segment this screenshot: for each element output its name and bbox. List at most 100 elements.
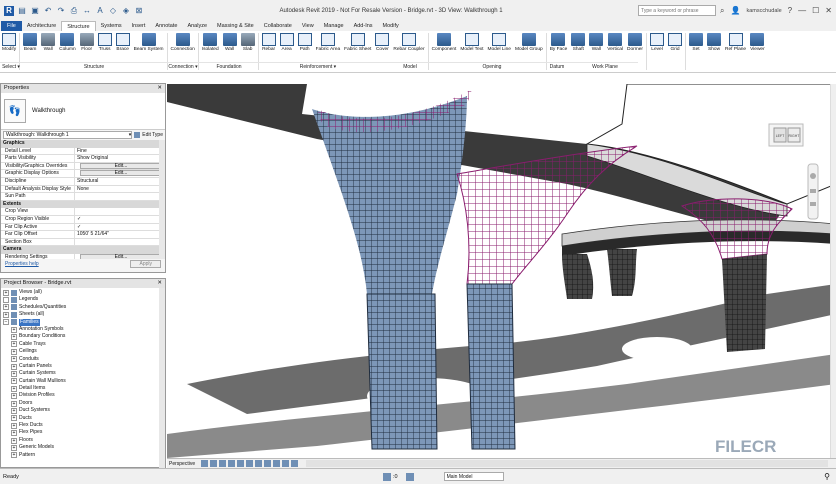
tab-systems[interactable]: Systems: [96, 21, 127, 31]
property-value-text[interactable]: ✓: [77, 216, 165, 223]
tab-annotate[interactable]: Annotate: [150, 21, 182, 31]
browser-item[interactable]: + Ducts: [3, 415, 163, 422]
browser-item[interactable]: + Generic Models: [3, 444, 163, 451]
expand-icon[interactable]: +: [11, 422, 17, 429]
property-value[interactable]: ✓: [75, 216, 165, 223]
properties-help-link[interactable]: Properties help: [5, 261, 39, 267]
browser-item[interactable]: + Ceilings: [3, 348, 163, 355]
user-name[interactable]: kamscchudale: [747, 8, 782, 14]
tab-modify[interactable]: Modify: [378, 21, 404, 31]
search-input[interactable]: [638, 5, 717, 16]
viewport-scrollbar[interactable]: [830, 84, 836, 458]
tab-file[interactable]: File: [1, 21, 22, 31]
browser-item[interactable]: Legends: [3, 296, 163, 304]
redo-icon[interactable]: ↷: [56, 6, 66, 16]
browser-item[interactable]: + Boundary Conditions: [3, 333, 163, 341]
minimize-icon[interactable]: —: [798, 6, 806, 15]
expand-icon[interactable]: +: [11, 356, 17, 363]
tab-add-ins[interactable]: Add-Ins: [349, 21, 378, 31]
expand-icon[interactable]: +: [11, 385, 17, 392]
crop-icon[interactable]: [246, 460, 254, 467]
temp-hide-icon[interactable]: [273, 460, 281, 467]
measure-icon[interactable]: ↔: [82, 6, 92, 16]
model-selector[interactable]: Main Model: [443, 472, 504, 481]
browser-item[interactable]: + Annotation Symbols: [3, 326, 163, 333]
reveal-hidden-icon[interactable]: [282, 460, 290, 467]
browser-item[interactable]: + Sheets (all): [3, 311, 163, 318]
tab-manage[interactable]: Manage: [319, 21, 349, 31]
property-category[interactable]: Extents: [1, 200, 165, 209]
sun-path-icon[interactable]: [219, 460, 227, 467]
expand-icon[interactable]: +: [3, 289, 9, 296]
browser-item[interactable]: + Conduits: [3, 356, 163, 363]
browser-scrollbar[interactable]: [159, 288, 165, 468]
edit-button[interactable]: Edit...: [80, 162, 162, 169]
sections-icon[interactable]: ◈: [121, 6, 131, 16]
edit-button[interactable]: Edit...: [80, 253, 162, 259]
property-value-text[interactable]: Fine: [77, 148, 165, 155]
expand-icon[interactable]: +: [11, 430, 17, 437]
visual-style-icon[interactable]: [210, 460, 218, 467]
filter-icon[interactable]: ⚲: [824, 472, 830, 481]
panel-label[interactable]: Connection ▾: [166, 62, 200, 72]
expand-icon[interactable]: +: [11, 400, 17, 407]
save-icon[interactable]: ▣: [30, 6, 40, 16]
edit-type-button[interactable]: Edit Type: [142, 132, 163, 138]
shadows-icon[interactable]: [228, 460, 236, 467]
expand-icon[interactable]: +: [11, 348, 17, 355]
expand-icon[interactable]: +: [3, 311, 9, 318]
instance-selector[interactable]: Walkthrough: Walkthrough 1 ▾: [3, 131, 133, 139]
browser-item[interactable]: − Families: [3, 318, 163, 326]
browser-item[interactable]: + Doors: [3, 400, 163, 407]
expand-icon[interactable]: +: [11, 415, 17, 422]
properties-close-icon[interactable]: ✕: [157, 85, 162, 92]
browser-item[interactable]: + Curtain Systems: [3, 370, 163, 377]
panel-label[interactable]: Opening: [442, 62, 542, 72]
property-value-text[interactable]: Structural: [77, 178, 165, 185]
property-value[interactable]: Edit...: [75, 162, 165, 170]
property-value-text[interactable]: Show Original: [77, 155, 165, 162]
property-value[interactable]: [75, 193, 165, 200]
3d-icon[interactable]: ◇: [108, 6, 118, 16]
expand-icon[interactable]: [3, 297, 9, 304]
tab-massing-site[interactable]: Massing & Site: [212, 21, 259, 31]
3d-viewport[interactable]: LEFT RIGHT FILECR: [167, 84, 836, 458]
design-options-icon[interactable]: [405, 472, 414, 481]
property-value[interactable]: None: [75, 186, 165, 193]
expand-icon[interactable]: +: [11, 378, 17, 385]
property-value[interactable]: Structural: [75, 178, 165, 185]
property-value-text[interactable]: None: [77, 186, 165, 193]
tab-analyze[interactable]: Analyze: [182, 21, 212, 31]
maximize-icon[interactable]: ☐: [812, 6, 819, 15]
lock-view-icon[interactable]: [264, 460, 272, 467]
analytical-icon[interactable]: [291, 460, 299, 467]
expand-icon[interactable]: +: [3, 304, 9, 311]
browser-item[interactable]: + Detail Items: [3, 385, 163, 392]
panel-label[interactable]: Structure: [22, 62, 166, 72]
property-value[interactable]: Edit...: [75, 170, 165, 177]
property-category[interactable]: Camera: [1, 246, 165, 254]
help-icon[interactable]: ?: [788, 6, 792, 15]
tab-structure[interactable]: Structure: [61, 21, 96, 31]
browser-item[interactable]: + Cable Trays: [3, 341, 163, 348]
browser-item[interactable]: + Flex Pipes: [3, 429, 163, 437]
tab-architecture[interactable]: Architecture: [22, 21, 61, 31]
user-icon[interactable]: 👤: [731, 6, 741, 15]
expand-icon[interactable]: +: [11, 363, 17, 370]
property-value[interactable]: 1050' 5 21/64": [75, 231, 165, 238]
panel-label[interactable]: Datum: [542, 62, 572, 72]
property-value-text[interactable]: 1050' 5 21/64": [77, 231, 165, 238]
expand-icon[interactable]: +: [11, 326, 17, 333]
apply-button[interactable]: Apply: [130, 260, 161, 268]
workset-icon[interactable]: [383, 472, 391, 481]
property-value[interactable]: ✓: [75, 224, 165, 231]
property-value[interactable]: Edit...: [75, 253, 165, 259]
panel-label[interactable]: Reinforcement ▾: [258, 62, 378, 72]
crop-region-icon[interactable]: [255, 460, 263, 467]
horizontal-scrollbar[interactable]: [306, 460, 828, 467]
tab-collaborate[interactable]: Collaborate: [259, 21, 297, 31]
panel-label[interactable]: Work Plane: [572, 62, 638, 72]
property-value[interactable]: [75, 208, 165, 215]
browser-item[interactable]: + Curtain Panels: [3, 363, 163, 370]
property-value-text[interactable]: ✓: [77, 224, 165, 231]
